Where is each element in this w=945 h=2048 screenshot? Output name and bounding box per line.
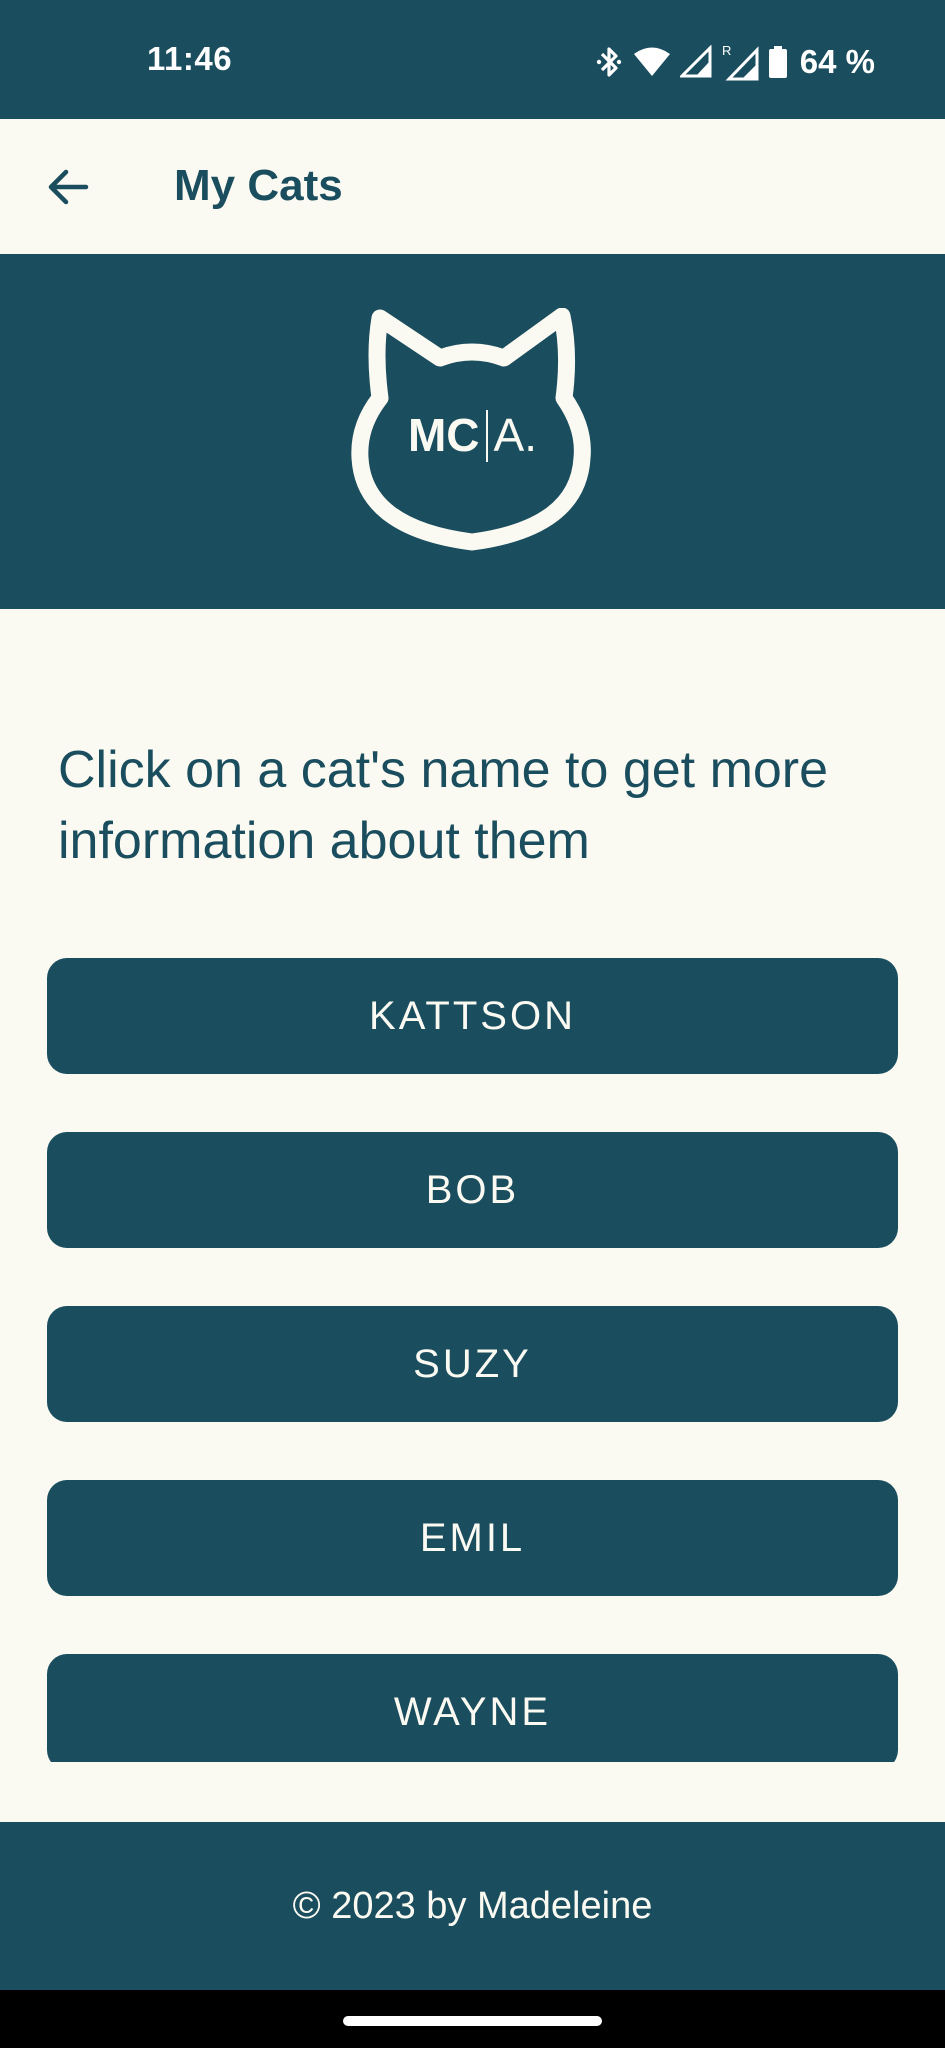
wifi-icon bbox=[633, 47, 670, 76]
roaming-signal-icon: R bbox=[722, 43, 759, 81]
cat-button-kattson[interactable]: KATTSON bbox=[47, 958, 898, 1074]
cat-logo: MC A. bbox=[350, 308, 595, 558]
cat-button-bob[interactable]: BOB bbox=[47, 1132, 898, 1248]
cat-list[interactable]: KATTSON BOB SUZY EMIL WAYNE bbox=[0, 950, 945, 1762]
battery-icon bbox=[768, 46, 787, 78]
home-gesture-handle[interactable] bbox=[343, 2016, 602, 2026]
arrow-back-icon bbox=[48, 169, 89, 205]
cat-button-wayne[interactable]: WAYNE bbox=[47, 1654, 898, 1762]
footer-copyright: © 2023 by Madeleine bbox=[292, 1884, 653, 1927]
logo-a: A. bbox=[493, 409, 537, 461]
svg-text:R: R bbox=[722, 43, 731, 58]
cat-button-emil[interactable]: EMIL bbox=[47, 1480, 898, 1596]
page-title: My Cats bbox=[174, 161, 343, 210]
bluetooth-icon bbox=[596, 47, 621, 77]
battery-level: 64 % bbox=[799, 43, 875, 80]
logo-divider bbox=[485, 409, 488, 462]
cat-button-suzy[interactable]: SUZY bbox=[47, 1306, 898, 1422]
logo-mc: MC bbox=[407, 409, 480, 461]
hero-banner: MC A. bbox=[0, 254, 945, 609]
logo-text: MC A. bbox=[350, 408, 595, 468]
system-nav-bar bbox=[0, 1990, 945, 2048]
footer: © 2023 by Madeleine bbox=[0, 1822, 945, 1990]
status-bar: 11:46 R 64 % bbox=[0, 0, 945, 119]
app-bar: My Cats bbox=[0, 119, 945, 254]
status-time: 11:46 bbox=[147, 40, 233, 77]
status-icons: R 64 % bbox=[594, 40, 875, 84]
intro-text: Click on a cat's name to get more inform… bbox=[58, 741, 829, 870]
signal-icon bbox=[679, 45, 712, 78]
back-button[interactable] bbox=[30, 149, 106, 225]
